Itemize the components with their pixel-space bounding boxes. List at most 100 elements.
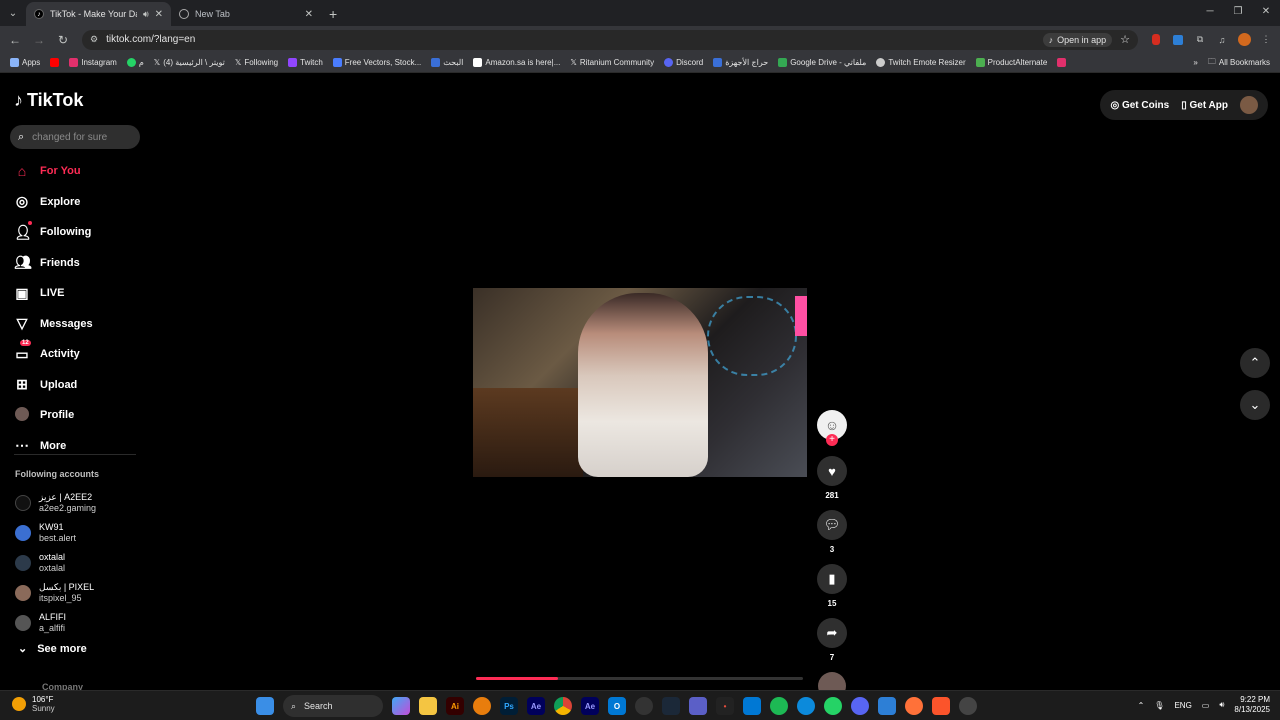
nav-live[interactable]: ▣ LIVE <box>14 278 144 309</box>
bookmark-free-vectors[interactable]: Free Vectors, Stock... <box>329 58 425 67</box>
bookmark-x-following[interactable]: 𝕏 Following <box>231 58 282 67</box>
clock[interactable]: 9:22 PM 8/13/2025 <box>1234 695 1270 715</box>
following-account[interactable]: KW91 best.alert <box>15 518 96 548</box>
copilot-icon[interactable] <box>392 697 410 715</box>
bookmark-amazon[interactable]: Amazon.sa is here|... <box>469 58 564 67</box>
address-bar[interactable]: ⚙ tiktok.com/?lang=en ♪ Open in app ☆ <box>82 29 1138 50</box>
firefox-icon[interactable] <box>905 697 923 715</box>
bookmark-discord[interactable]: Discord <box>660 58 707 67</box>
bookmark-star-icon[interactable]: ☆ <box>1120 33 1130 46</box>
settings-icon[interactable] <box>959 697 977 715</box>
close-window-icon[interactable]: ✕ <box>1252 0 1280 26</box>
bookmark-ritanium[interactable]: 𝕏 Ritanium Community <box>566 58 658 67</box>
premiere-icon[interactable]: Ae <box>581 697 599 715</box>
forward-icon[interactable]: → <box>30 31 48 49</box>
all-bookmarks[interactable]: 🗀︎ All Bookmarks <box>1204 56 1274 70</box>
obs-icon[interactable] <box>635 697 653 715</box>
extension-red-icon[interactable] <box>1148 32 1164 48</box>
site-info-icon[interactable]: ⚙ <box>90 34 98 45</box>
bookmark-youtube[interactable] <box>46 58 63 67</box>
bookmark-emote-resizer[interactable]: Twitch Emote Resizer <box>872 58 969 67</box>
tab-new-tab[interactable]: New Tab ✕ <box>171 2 321 26</box>
spotify-icon[interactable] <box>770 697 788 715</box>
bookmark-haraj-devices[interactable]: حراج الأجهزة <box>709 58 772 67</box>
follow-plus-icon[interactable]: + <box>826 434 838 446</box>
get-app-button[interactable]: ▯ Get App <box>1181 100 1228 111</box>
tab-search-icon[interactable]: ⌄ <box>2 2 24 24</box>
bookmarks-overflow-icon[interactable]: » <box>1189 58 1201 67</box>
nav-for-you[interactable]: ⌂ For You <box>14 156 144 187</box>
open-in-app-button[interactable]: ♪ Open in app <box>1042 32 1113 47</box>
nav-profile[interactable]: Profile <box>14 400 144 431</box>
new-tab-button[interactable]: + <box>321 2 345 26</box>
bookmark-instagram[interactable]: Instagram <box>65 58 121 67</box>
see-more-button[interactable]: ⌄ See more <box>18 642 87 656</box>
bookmark-x-home[interactable]: 𝕏 تويتر \ الرئيسية (4) <box>150 58 229 67</box>
bookmark-whatsapp[interactable]: م <box>123 58 148 67</box>
following-account[interactable]: ALFIFI a_alfifi <box>15 608 96 638</box>
close-tab-icon[interactable]: ✕ <box>155 9 163 20</box>
nav-upload[interactable]: ⊞ Upload <box>14 370 144 401</box>
video-player[interactable] <box>473 288 807 477</box>
bookmark-search[interactable]: البحث <box>427 58 467 67</box>
bookmark-instagram-2[interactable] <box>1053 58 1070 67</box>
video-progress-bar[interactable] <box>476 677 803 680</box>
following-account[interactable]: oxtalal oxtalal <box>15 548 96 578</box>
bookmark-productalternate[interactable]: ProductAlternate <box>972 58 1052 67</box>
speaker-icon[interactable]: 🔊︎ <box>143 9 149 20</box>
volume-icon[interactable]: 🔊︎ <box>1219 700 1224 710</box>
file-explorer-icon[interactable] <box>419 697 437 715</box>
steam-icon[interactable] <box>662 697 680 715</box>
minimize-icon[interactable]: ─ <box>1196 0 1224 26</box>
bookmark-twitch[interactable]: Twitch <box>284 58 327 67</box>
taskbar-search[interactable]: ⌕ Search <box>283 695 383 717</box>
whatsapp-icon[interactable] <box>824 697 842 715</box>
teams-icon[interactable] <box>689 697 707 715</box>
extensions-puzzle-icon[interactable]: ⧉ <box>1192 32 1208 48</box>
creator-avatar[interactable]: ☺ + <box>817 410 847 446</box>
photoshop-icon[interactable]: Ps <box>500 697 518 715</box>
nav-friends[interactable]: 👥︎ Friends <box>14 248 144 279</box>
share-button[interactable]: ➦ <box>817 618 847 648</box>
like-button[interactable]: ♥ <box>817 456 847 486</box>
chrome-icon[interactable] <box>554 697 572 715</box>
nav-activity[interactable]: ▭ 12 Activity <box>14 339 144 370</box>
remote-desktop-icon[interactable] <box>878 697 896 715</box>
brave-icon[interactable] <box>932 697 950 715</box>
edge-icon[interactable] <box>797 697 815 715</box>
after-effects-icon[interactable]: Ae <box>527 697 545 715</box>
davinci-icon[interactable]: • <box>716 697 734 715</box>
save-button[interactable]: ▮ <box>817 564 847 594</box>
store-icon[interactable] <box>743 697 761 715</box>
nav-following[interactable]: 👤︎ Following <box>14 217 144 248</box>
blender-icon[interactable] <box>473 697 491 715</box>
profile-avatar-icon[interactable] <box>1236 32 1252 48</box>
next-video-button[interactable]: ⌄ <box>1240 390 1270 420</box>
language-indicator[interactable]: ENG <box>1174 701 1191 710</box>
illustrator-icon[interactable]: Ai <box>446 697 464 715</box>
close-tab-icon[interactable]: ✕ <box>305 9 313 20</box>
discord-icon[interactable] <box>851 697 869 715</box>
comment-button[interactable]: 💬︎ <box>817 510 847 540</box>
weather-widget[interactable]: 106°F Sunny <box>12 695 55 713</box>
previous-video-button[interactable]: ⌃ <box>1240 348 1270 378</box>
user-avatar[interactable] <box>1240 96 1258 114</box>
tray-overflow-icon[interactable]: ⌃ <box>1138 701 1145 710</box>
microphone-icon[interactable]: 🎙︎ <box>1154 701 1164 710</box>
back-icon[interactable]: ← <box>6 31 24 49</box>
maximize-icon[interactable]: ❐ <box>1224 0 1252 26</box>
extension-blue-icon[interactable] <box>1170 32 1186 48</box>
media-control-icon[interactable]: ♫ <box>1214 32 1230 48</box>
bookmark-google-drive[interactable]: Google Drive - ملفاتي <box>774 58 870 67</box>
get-coins-button[interactable]: ◎ Get Coins <box>1110 100 1169 111</box>
tiktok-logo[interactable]: ♪ TikTok <box>14 90 83 111</box>
windows-start-icon[interactable] <box>256 697 274 715</box>
reload-icon[interactable]: ↻ <box>54 31 72 49</box>
nav-more[interactable]: ⋯ More <box>14 431 144 462</box>
following-account[interactable]: عزيز | A2EE2 a2ee2.gaming <box>15 488 96 518</box>
outlook-icon[interactable]: O <box>608 697 626 715</box>
bookmark-apps[interactable]: Apps <box>6 58 44 67</box>
tab-tiktok[interactable]: ♪ TikTok - Make Your Day 🔊︎ ✕ <box>26 2 171 26</box>
nav-messages[interactable]: ▽ Messages <box>14 309 144 340</box>
following-account[interactable]: بكسل | PIXEL itspixel_95 <box>15 578 96 608</box>
